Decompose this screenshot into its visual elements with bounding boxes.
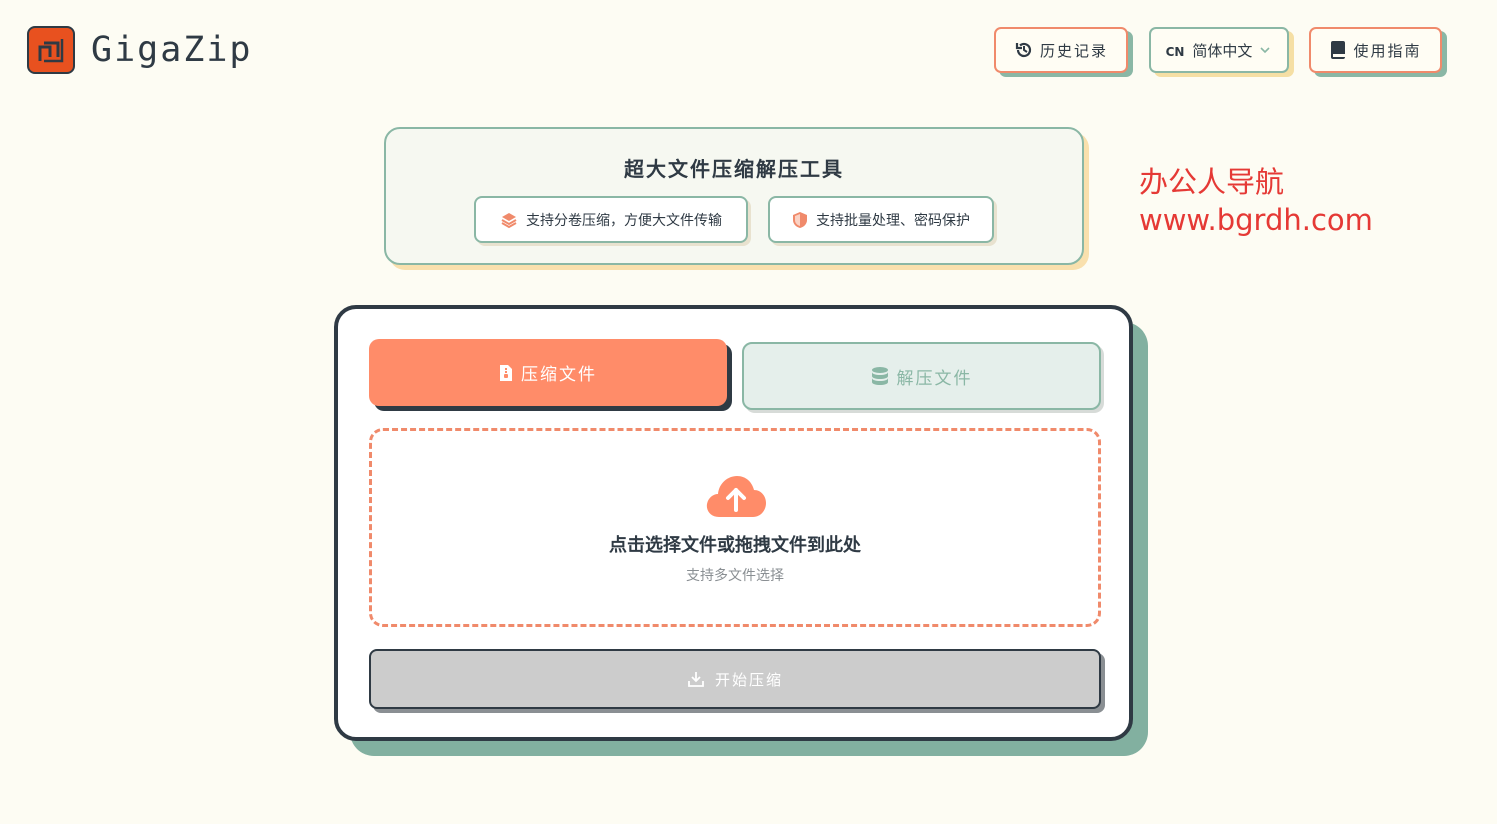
dropzone-title: 点击选择文件或拖拽文件到此处 bbox=[609, 535, 861, 556]
start-compress-button[interactable]: 开始压缩 bbox=[369, 649, 1101, 709]
watermark-url: www.bgrdh.com bbox=[1139, 203, 1373, 237]
history-icon bbox=[1015, 42, 1032, 58]
tab-label: 解压文件 bbox=[896, 368, 973, 389]
chevron-down-icon bbox=[1260, 47, 1271, 54]
watermark: 办公人导航 www.bgrdh.com bbox=[1139, 163, 1373, 239]
file-zip-icon bbox=[500, 364, 512, 381]
feature-label: 支持批量处理、密码保护 bbox=[816, 212, 970, 229]
language-select[interactable]: CN 简体中文 bbox=[1149, 27, 1289, 73]
guide-button[interactable]: 使用指南 bbox=[1309, 27, 1442, 73]
feature-pill-split: 支持分卷压缩，方便大文件传输 bbox=[474, 196, 748, 243]
watermark-name: 办公人导航 bbox=[1139, 165, 1285, 199]
app-logo[interactable]: GigaZip bbox=[27, 26, 253, 74]
history-button[interactable]: 历史记录 bbox=[994, 27, 1128, 73]
feature-pill-batch: 支持批量处理、密码保护 bbox=[768, 196, 994, 243]
database-icon bbox=[871, 367, 888, 385]
tab-compress[interactable]: 压缩文件 bbox=[369, 339, 727, 406]
main-card: 压缩文件 解压文件 点击选择文件或拖拽文件到此处 支持多文件选择 开始压缩 bbox=[334, 305, 1133, 741]
file-dropzone[interactable]: 点击选择文件或拖拽文件到此处 支持多文件选择 bbox=[369, 428, 1101, 627]
shield-icon bbox=[793, 211, 807, 228]
feature-label: 支持分卷压缩，方便大文件传输 bbox=[526, 212, 722, 229]
page-title: 超大文件压缩解压工具 bbox=[624, 157, 844, 181]
tab-label: 压缩文件 bbox=[521, 365, 597, 385]
history-label: 历史记录 bbox=[1039, 41, 1108, 60]
dropzone-subtitle: 支持多文件选择 bbox=[686, 568, 784, 584]
tab-decompress[interactable]: 解压文件 bbox=[742, 342, 1101, 410]
logo-icon bbox=[27, 26, 75, 74]
app-name: GigaZip bbox=[91, 30, 253, 70]
download-icon bbox=[688, 672, 704, 687]
cloud-upload-icon bbox=[705, 473, 767, 523]
start-button-label: 开始压缩 bbox=[714, 670, 783, 689]
language-code: CN bbox=[1165, 44, 1185, 59]
intro-card: 超大文件压缩解压工具 支持分卷压缩，方便大文件传输 支持批量处理、密码保护 bbox=[384, 127, 1084, 265]
guide-label: 使用指南 bbox=[1353, 41, 1422, 60]
language-label: 简体中文 bbox=[1192, 41, 1253, 60]
book-icon bbox=[1331, 41, 1346, 59]
layers-icon bbox=[501, 212, 517, 228]
